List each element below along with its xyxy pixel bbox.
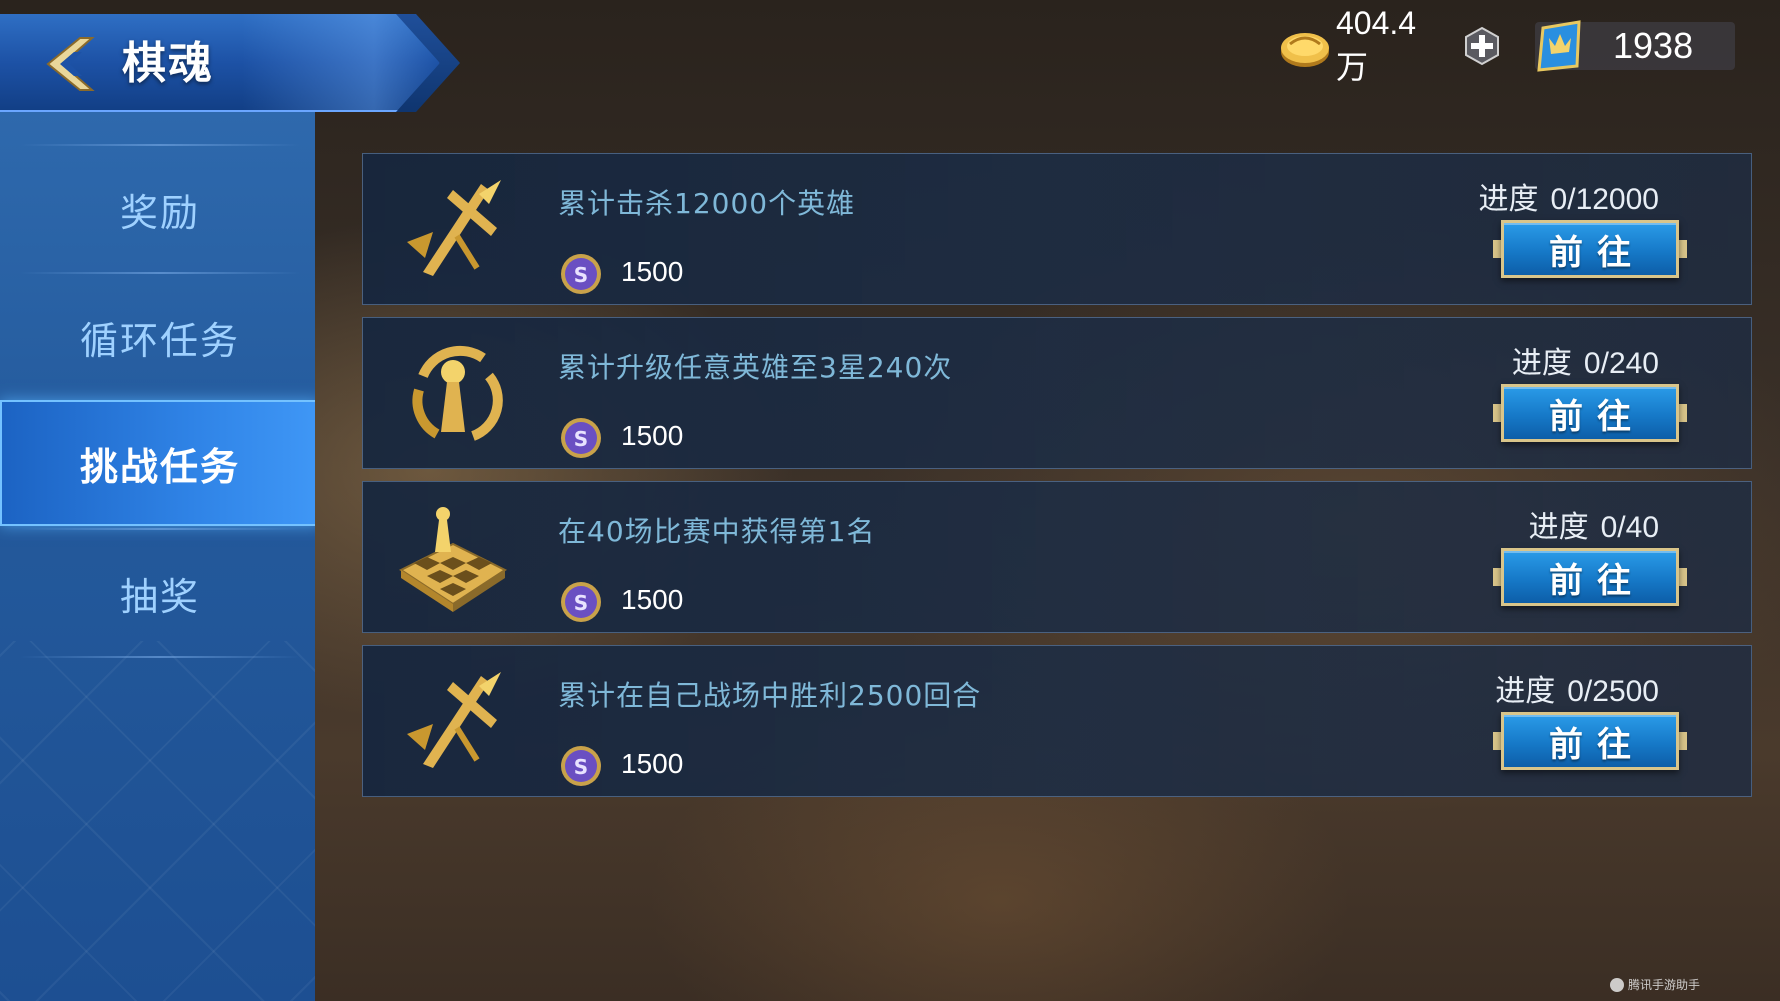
sword-icon [407,672,501,768]
svg-text:S: S [574,263,588,287]
sidebar-item-label: 循环任务 [79,318,240,363]
go-button[interactable]: 前往 [1493,384,1687,442]
add-gold-button[interactable] [1462,26,1502,66]
soul-coin-icon: S [561,418,601,458]
gold-value: 404.4万 [1336,4,1417,85]
progress-text: 进度 0/40 [1529,502,1659,546]
soul-coin-icon: S [561,746,601,786]
watermark-text: 腾讯手游助手 [1627,978,1700,992]
task-description: 累计在自己战场中胜利2500回合 [558,679,982,712]
reward-value: 1500 [621,420,684,451]
soul-coin-icon: S [561,582,601,622]
gold-currency: 404.4万 [1278,5,1502,85]
go-button-label: 前往 [1549,560,1645,601]
task-card: 累计击杀12000个英雄 S 1500 进度 0/12000 前往 [362,153,1752,305]
soul-coin-icon: S [561,254,601,294]
progress-value: 0/40 [1600,511,1659,544]
svg-text:S: S [574,755,588,779]
sidebar-item-rewards[interactable]: 奖励 [20,146,300,272]
task-card: 累计升级任意英雄至3星240次 S 1500 进度 0/240 前往 [362,317,1752,469]
task-description: 累计升级任意英雄至3星240次 [558,351,953,384]
progress-text: 进度 0/12000 [1479,174,1659,218]
watermark: 腾讯手游助手 [1609,976,1700,993]
sidebar-divider [20,656,300,658]
task-card: 在40场比赛中获得第1名 S 1500 进度 0/40 前往 [362,481,1752,633]
sword-icon [407,180,501,276]
sidebar-item-label: 挑战任务 [79,444,240,489]
progress-label: 进度 [1511,346,1572,381]
sidebar-item-challenge-tasks[interactable]: 挑战任务 [0,400,315,526]
go-button-face: 前往 [1501,548,1679,606]
go-button[interactable]: 前往 [1493,712,1687,770]
go-button-label: 前往 [1549,396,1645,437]
go-button[interactable]: 前往 [1493,220,1687,278]
go-button-face: 前往 [1501,384,1679,442]
progress-label: 进度 [1478,182,1539,217]
reward-value: 1500 [621,256,684,287]
sidebar-item-loop-tasks[interactable]: 循环任务 [20,274,300,400]
svg-text:S: S [574,591,588,615]
progress-label: 进度 [1495,674,1556,709]
go-button-label: 前往 [1549,724,1645,765]
sidebar-item-label: 奖励 [119,190,200,235]
go-button[interactable]: 前往 [1493,548,1687,606]
task-description: 在40场比赛中获得第1名 [558,515,876,548]
progress-value: 0/240 [1583,347,1659,380]
go-button-label: 前往 [1549,232,1645,273]
task-card: 累计在自己战场中胜利2500回合 S 1500 进度 0/2500 前往 [362,645,1752,797]
ticket-value: 1938 [1613,25,1694,66]
chess-piece-upgrade-icon [412,345,503,441]
watermark-logo-icon [1609,977,1624,992]
progress-text: 进度 0/240 [1512,338,1659,382]
back-button[interactable] [40,34,104,94]
chessboard-icon [398,507,508,612]
task-description: 累计击杀12000个英雄 [558,187,856,220]
reward-value: 1500 [621,748,684,779]
sidebar-item-lottery[interactable]: 抽奖 [20,530,300,656]
reward-value: 1500 [621,584,684,615]
ticket-icon [1537,20,1581,72]
sidebar: 奖励 循环任务 挑战任务 抽奖 [0,112,315,1001]
progress-value: 0/12000 [1550,183,1659,216]
gold-coin-icon [1281,33,1329,67]
svg-text:S: S [574,427,588,451]
back-chevron-icon [46,37,95,91]
go-button-face: 前往 [1501,712,1679,770]
progress-text: 进度 0/2500 [1495,666,1659,710]
sidebar-item-label: 抽奖 [119,574,200,619]
page-title: 棋魂 [122,38,214,89]
go-button-face: 前往 [1501,220,1679,278]
progress-label: 进度 [1528,510,1589,545]
ticket-currency: 1938 [1535,20,1735,72]
progress-value: 0/2500 [1567,675,1659,708]
